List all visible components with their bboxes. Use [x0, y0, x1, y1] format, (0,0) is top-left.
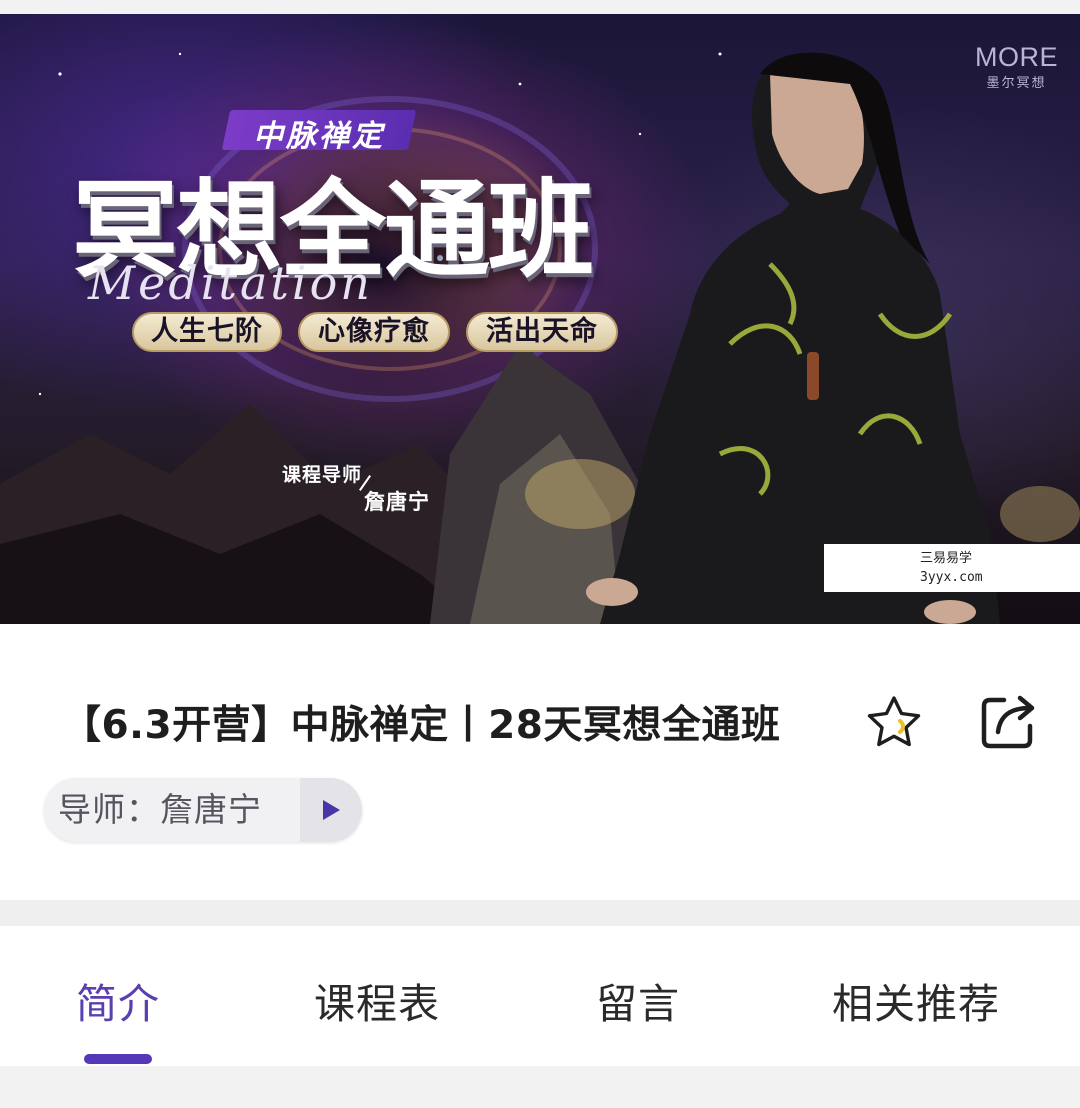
banner-pill-1: 人生七阶	[132, 312, 282, 352]
mentor-chip[interactable]: 导师：詹唐宁	[44, 778, 362, 842]
course-banner: MORE 墨尔冥想 中脉禅定 冥想全通班 Meditation 人生七阶 心像疗…	[0, 14, 1080, 624]
mentor-name: 詹唐宁	[160, 790, 262, 829]
watermark-line-1: 三易易学	[920, 551, 973, 566]
mentor-label: 导师：	[58, 790, 160, 829]
watermark-line-2: 3yyx.com	[920, 570, 983, 585]
banner-pill-3: 活出天命	[466, 312, 618, 352]
content-background	[0, 1066, 1080, 1108]
share-icon	[981, 695, 1035, 749]
tab-comments[interactable]: 留言	[596, 970, 680, 1030]
banner-script-word: Meditation	[88, 256, 373, 310]
brand-logo-en: MORE	[975, 42, 1058, 72]
star-icon	[867, 696, 921, 747]
banner-teacher-label: 课程导师	[282, 464, 363, 486]
course-title: 【6.3开营】中脉禅定丨28天冥想全通班	[62, 703, 781, 748]
banner-pill-2: 心像疗愈	[298, 312, 450, 352]
section-divider	[0, 900, 1080, 926]
tab-bar: 简介 课程表 留言 相关推荐	[0, 926, 1080, 1066]
tab-intro[interactable]: 简介	[76, 970, 160, 1030]
watermark: 三易易学 3yyx.com	[824, 544, 1080, 592]
play-icon	[323, 800, 340, 820]
banner-teacher-name: 詹唐宁	[364, 490, 430, 514]
tab-recommendations[interactable]: 相关推荐	[832, 970, 1000, 1030]
share-button[interactable]	[978, 690, 1040, 752]
active-tab-indicator	[84, 1054, 152, 1064]
brand-logo-cn: 墨尔冥想	[986, 76, 1047, 91]
mentor-text: 导师：詹唐宁	[58, 778, 262, 842]
status-strip	[0, 0, 1080, 14]
favorite-button[interactable]	[864, 694, 924, 750]
tab-schedule[interactable]: 课程表	[314, 970, 440, 1030]
brand-logo: MORE 墨尔冥想	[975, 42, 1058, 91]
mentor-play-button[interactable]	[300, 778, 362, 842]
